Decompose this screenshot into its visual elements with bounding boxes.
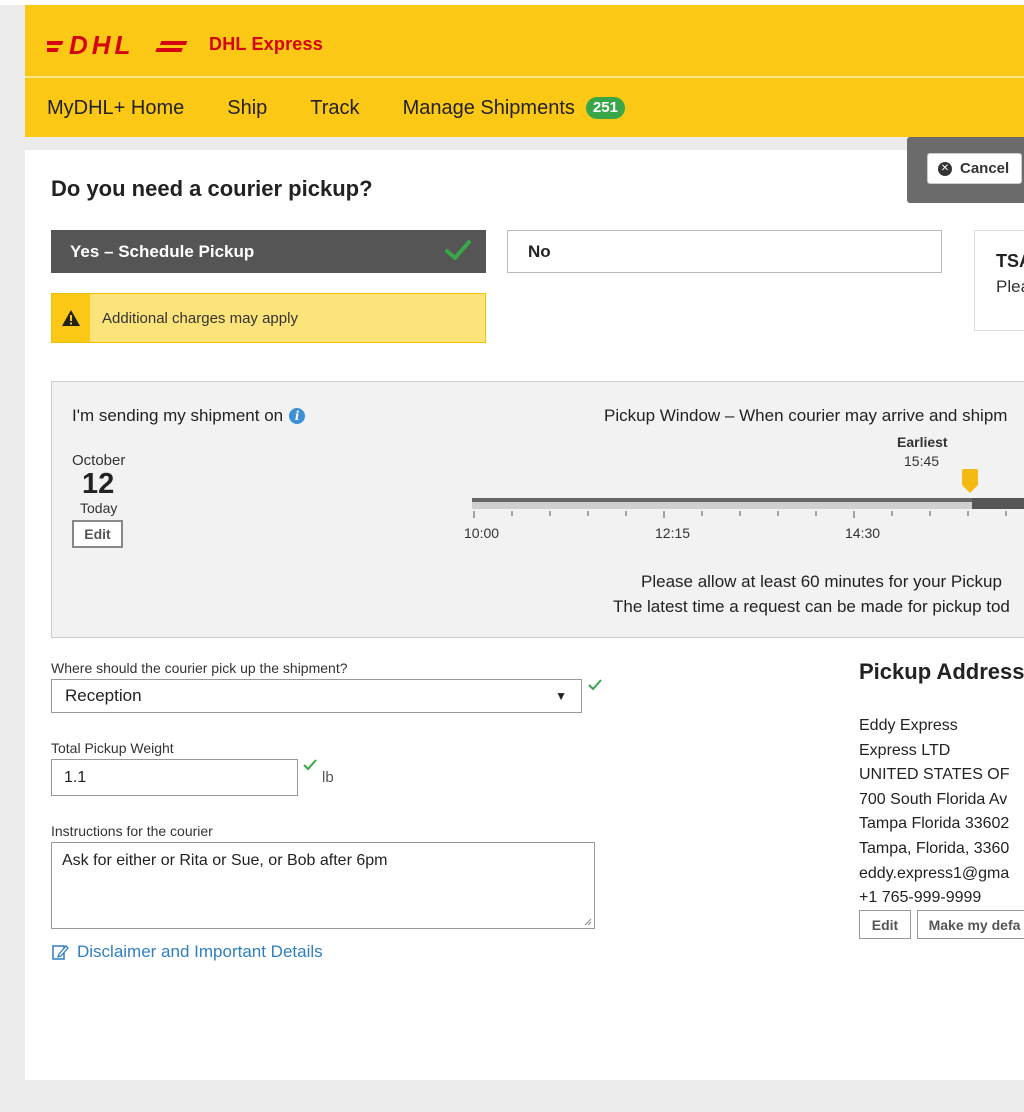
weight-unit: lb bbox=[322, 769, 334, 786]
close-circle-icon: ✕ bbox=[938, 161, 952, 176]
charges-warning: Additional charges may apply bbox=[51, 293, 486, 343]
courier-instructions-value: Ask for either or Rita or Sue, or Bob af… bbox=[62, 852, 388, 869]
tsa-title: TSA bbox=[996, 251, 1024, 271]
no-pickup-button[interactable]: No bbox=[507, 230, 942, 273]
address-line: Tampa, Florida, 3360 bbox=[859, 839, 1010, 857]
tsa-notice: TSA Plea bbox=[974, 230, 1024, 331]
dhl-logo[interactable]: DHL bbox=[47, 31, 189, 57]
latest-request-note: The latest time a request can be made fo… bbox=[613, 597, 1010, 616]
pickup-location-value: Reception bbox=[65, 686, 142, 705]
pickup-timeline[interactable] bbox=[472, 492, 1024, 522]
logo-text: DHL bbox=[69, 31, 134, 57]
address-line: Eddy Express bbox=[859, 717, 958, 734]
shipment-date-label: I'm sending my shipment on i bbox=[72, 406, 306, 426]
date-relative: Today bbox=[80, 500, 118, 516]
tick-label: 10:00 bbox=[464, 525, 500, 541]
nav-item-home[interactable]: MyDHL+ Home bbox=[47, 97, 184, 120]
brand-name: DHL Express bbox=[209, 33, 323, 54]
sending-label: I'm sending my shipment on bbox=[72, 406, 284, 425]
no-label: No bbox=[528, 241, 551, 261]
yes-label: Yes – Schedule Pickup bbox=[70, 241, 255, 261]
warning-icon-box bbox=[52, 294, 90, 342]
address-line: Express LTD bbox=[859, 741, 951, 759]
nav-item-track[interactable]: Track bbox=[310, 97, 359, 120]
nav-item-ship[interactable]: Ship bbox=[227, 97, 267, 120]
tsa-text: Plea bbox=[996, 277, 1024, 296]
edit-address-button[interactable]: Edit bbox=[859, 910, 911, 939]
warning-triangle-icon bbox=[62, 310, 80, 326]
main-nav: MyDHL+ Home Ship Track Manage Shipments … bbox=[47, 79, 668, 137]
courier-instructions-textarea[interactable]: Ask for either or Rita or Sue, or Bob af… bbox=[51, 842, 595, 929]
cancel-button[interactable]: ✕ Cancel bbox=[927, 153, 1022, 184]
tick-label: 12:15 bbox=[655, 525, 691, 541]
nav-item-manage-label: Manage Shipments bbox=[402, 96, 575, 119]
edit-date-button[interactable]: Edit bbox=[72, 520, 123, 548]
valid-check-icon bbox=[303, 759, 317, 771]
date-month: October bbox=[72, 452, 126, 469]
valid-check-icon bbox=[588, 679, 602, 691]
pickup-address-title: Pickup Address bbox=[859, 659, 1024, 684]
make-default-button[interactable]: Make my defa bbox=[917, 910, 1024, 939]
pickup-window-title: Pickup Window – When courier may arrive … bbox=[604, 406, 1008, 425]
resize-handle-icon[interactable] bbox=[584, 918, 592, 926]
pickup-weight-input[interactable]: 1.1 bbox=[51, 759, 298, 796]
location-label: Where should the courier pick up the shi… bbox=[51, 660, 348, 676]
address-line: +1 765-999-9999 bbox=[859, 889, 982, 907]
pickup-location-select[interactable]: Reception ▼ bbox=[51, 679, 582, 713]
address-line: 700 South Florida Av bbox=[859, 790, 1008, 808]
earliest-label: Earliest bbox=[897, 434, 948, 450]
info-icon[interactable]: i bbox=[289, 408, 306, 424]
yes-schedule-pickup-button[interactable]: Yes – Schedule Pickup bbox=[51, 230, 486, 273]
instructions-label: Instructions for the courier bbox=[51, 823, 213, 839]
pickup-scheduler: I'm sending my shipment on i October 12 … bbox=[51, 381, 1024, 638]
address-line: eddy.express1@gma bbox=[859, 864, 1010, 882]
weight-label: Total Pickup Weight bbox=[51, 740, 174, 756]
cancel-label: Cancel bbox=[960, 160, 1010, 177]
header-divider bbox=[25, 76, 1024, 78]
address-line: Tampa Florida 33602 bbox=[859, 815, 1010, 833]
disclaimer-link[interactable]: Disclaimer and Important Details bbox=[51, 942, 323, 962]
edit-document-icon bbox=[52, 945, 69, 960]
nav-item-manage-shipments[interactable]: Manage Shipments 251 bbox=[403, 97, 625, 120]
page-title: Do you need a courier pickup? bbox=[51, 176, 373, 201]
brand: DHL DHL Express bbox=[47, 25, 323, 63]
disclaimer-label: Disclaimer and Important Details bbox=[77, 942, 323, 961]
shipments-count-badge: 251 bbox=[585, 97, 625, 119]
cancel-tab: ✕ Cancel bbox=[907, 137, 1024, 203]
dropdown-arrow-icon: ▼ bbox=[555, 689, 567, 703]
pickup-address: Eddy Express Express LTD UNITED STATES O… bbox=[859, 714, 1010, 911]
warning-text: Additional charges may apply bbox=[102, 309, 298, 327]
address-line: UNITED STATES OF bbox=[859, 766, 1010, 784]
date-day: 12 bbox=[82, 468, 115, 500]
pickup-weight-value: 1.1 bbox=[64, 768, 87, 786]
tick-label: 14:30 bbox=[845, 525, 881, 541]
earliest-time: 15:45 bbox=[904, 453, 940, 469]
allow-time-note: Please allow at least 60 minutes for you… bbox=[641, 572, 1002, 591]
site-header: DHL DHL Express MyDHL+ Home Ship Track M… bbox=[25, 5, 1024, 137]
check-icon bbox=[445, 240, 471, 260]
